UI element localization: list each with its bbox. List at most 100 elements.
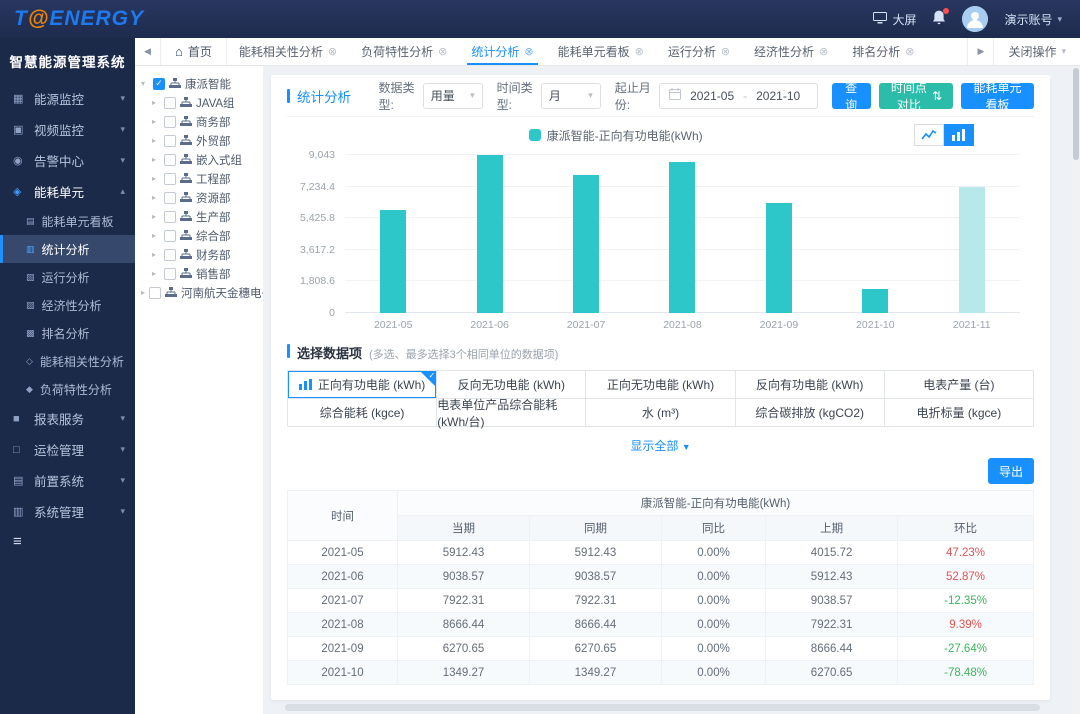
horizontal-scrollbar[interactable]	[285, 704, 1040, 711]
tab-item[interactable]: 能耗单元看板 ⊗	[546, 38, 656, 65]
tree-checkbox[interactable]	[164, 173, 176, 185]
expand-arrow-icon[interactable]: ▸	[152, 136, 160, 145]
sidebar-item[interactable]: ▥ 系统管理 ▾	[0, 496, 135, 527]
close-tab-icon[interactable]: ⊗	[635, 45, 644, 58]
sidebar-item[interactable]: ▣ 视频监控 ▾	[0, 114, 135, 145]
close-tab-icon[interactable]: ⊗	[721, 45, 730, 58]
bar-2021-11[interactable]	[959, 187, 985, 313]
tree-node[interactable]: ▸ 商务部	[141, 112, 263, 131]
data-item-option[interactable]: 正向无功电能 (kWh)	[586, 371, 735, 399]
close-tab-icon[interactable]: ⊗	[438, 45, 447, 58]
tree-checkbox[interactable]	[164, 230, 176, 242]
data-item-option[interactable]: 电表产量 (台)	[885, 371, 1034, 399]
expand-arrow-icon[interactable]: ▸	[141, 288, 145, 297]
sidebar-item[interactable]: ◉ 告警中心 ▾	[0, 145, 135, 176]
sidebar-subitem[interactable]: ▩ 排名分析	[0, 319, 135, 347]
tab-item[interactable]: 经济性分析 ⊗	[742, 38, 840, 65]
sidebar-item[interactable]: ■ 报表服务 ▾	[0, 403, 135, 434]
tab-item[interactable]: 运行分析 ⊗	[656, 38, 742, 65]
expand-arrow-icon[interactable]: ▾	[141, 79, 149, 88]
sidebar-subitem[interactable]: ◆ 负荷特性分析	[0, 375, 135, 403]
data-item-option[interactable]: 正向有功电能 (kWh) ✓	[288, 371, 437, 399]
close-tab-icon[interactable]: ⊗	[524, 45, 533, 58]
tree-node[interactable]: ▸ 外贸部	[141, 131, 263, 150]
expand-arrow-icon[interactable]: ▸	[152, 231, 160, 240]
tab-item[interactable]: 负荷特性分析 ⊗	[349, 38, 459, 65]
time-type-select[interactable]: 月 ▾	[541, 83, 601, 109]
tree-node[interactable]: ▸ 综合部	[141, 226, 263, 245]
bar-2021-07[interactable]	[573, 175, 599, 313]
table-row[interactable]: 2021-07 7922.31 7922.31 0.00% 9038.57 -1…	[288, 589, 1034, 613]
table-row[interactable]: 2021-05 5912.43 5912.43 0.00% 4015.72 47…	[288, 541, 1034, 565]
sidebar-subitem[interactable]: ▥ 统计分析	[0, 235, 135, 263]
tree-checkbox[interactable]	[164, 116, 176, 128]
close-tab-icon[interactable]: ⊗	[819, 45, 828, 58]
sidebar-subitem[interactable]: ▨ 经济性分析	[0, 291, 135, 319]
expand-arrow-icon[interactable]: ▸	[152, 117, 160, 126]
close-tab-icon[interactable]: ⊗	[905, 45, 914, 58]
tree-node[interactable]: ▸ JAVA组	[141, 93, 263, 112]
expand-arrow-icon[interactable]: ▸	[152, 155, 160, 164]
show-all-link[interactable]: 显示全部 ▼	[287, 437, 1034, 454]
sidebar-item[interactable]: ▤ 前置系统 ▾	[0, 465, 135, 496]
tree-checkbox[interactable]	[164, 135, 176, 147]
chart-legend[interactable]: 康派智能-正向有功电能(kWh)	[529, 127, 703, 144]
bar-2021-06[interactable]	[477, 155, 503, 313]
sidebar-collapse-toggle[interactable]: ≡	[0, 527, 135, 556]
tree-node[interactable]: ▸ 生产部	[141, 207, 263, 226]
tree-checkbox[interactable]	[164, 97, 176, 109]
table-row[interactable]: 2021-06 9038.57 9038.57 0.00% 5912.43 52…	[288, 565, 1034, 589]
bar-2021-08[interactable]	[669, 162, 695, 313]
tree-checkbox[interactable]	[164, 192, 176, 204]
expand-arrow-icon[interactable]: ▸	[152, 212, 160, 221]
tree-checkbox[interactable]	[164, 154, 176, 166]
energy-unit-board-button[interactable]: 能耗单元看板	[961, 83, 1034, 109]
bar-2021-09[interactable]	[766, 203, 792, 313]
expand-arrow-icon[interactable]: ▸	[152, 98, 160, 107]
vertical-scrollbar[interactable]	[1072, 66, 1080, 714]
sidebar-subitem[interactable]: ▧ 运行分析	[0, 263, 135, 291]
tree-node[interactable]: ▸ 河南航天金穗电子有	[141, 283, 263, 302]
tree-checkbox[interactable]	[149, 287, 161, 299]
bar-2021-10[interactable]	[862, 289, 888, 313]
tree-node[interactable]: ▾ ✓ 康派智能	[141, 74, 263, 93]
tab-item[interactable]: 统计分析 ⊗	[459, 38, 545, 65]
expand-arrow-icon[interactable]: ▸	[152, 269, 160, 278]
expand-arrow-icon[interactable]: ▸	[152, 250, 160, 259]
sidebar-subitem[interactable]: ▤ 能耗单元看板	[0, 207, 135, 235]
expand-arrow-icon[interactable]: ▸	[152, 193, 160, 202]
bar-2021-05[interactable]	[380, 210, 406, 313]
data-type-select[interactable]: 用量 ▾	[423, 83, 483, 109]
close-tab-icon[interactable]: ⊗	[328, 45, 337, 58]
tab-item[interactable]: 能耗相关性分析 ⊗	[227, 38, 349, 65]
tree-node[interactable]: ▸ 销售部	[141, 264, 263, 283]
table-row[interactable]: 2021-09 6270.65 6270.65 0.00% 8666.44 -2…	[288, 637, 1034, 661]
tree-checkbox[interactable]	[164, 211, 176, 223]
data-item-option[interactable]: 综合能耗 (kgce)	[288, 399, 437, 427]
big-screen-button[interactable]: 大屏	[873, 11, 916, 28]
tab-scroll-right-button[interactable]: ▶	[967, 38, 993, 65]
tree-node[interactable]: ▸ 嵌入式组	[141, 150, 263, 169]
sidebar-subitem[interactable]: ◇ 能耗相关性分析	[0, 347, 135, 375]
data-item-option[interactable]: 电折标量 (kgce)	[885, 399, 1034, 427]
sidebar-item[interactable]: □ 运检管理 ▾	[0, 434, 135, 465]
export-button[interactable]: 导出	[988, 458, 1034, 484]
tree-checkbox[interactable]	[164, 249, 176, 261]
time-compare-button[interactable]: 时间点对比 ⇅	[879, 83, 953, 109]
tree-checkbox[interactable]	[164, 268, 176, 280]
account-menu[interactable]: 演示账号 ▾	[1004, 11, 1062, 28]
table-row[interactable]: 2021-10 1349.27 1349.27 0.00% 6270.65 -7…	[288, 661, 1034, 685]
data-item-option[interactable]: 反向有功电能 (kWh)	[736, 371, 885, 399]
expand-arrow-icon[interactable]: ▸	[152, 174, 160, 183]
tree-node[interactable]: ▸ 工程部	[141, 169, 263, 188]
close-operations-menu[interactable]: 关闭操作 ▾	[993, 38, 1080, 65]
scrollbar-thumb[interactable]	[1073, 68, 1079, 160]
data-item-option[interactable]: 综合碳排放 (kgCO2)	[736, 399, 885, 427]
line-chart-toggle[interactable]	[914, 124, 944, 146]
notifications-button[interactable]	[932, 10, 946, 28]
query-button[interactable]: 查询	[832, 83, 871, 109]
tab-scroll-left-button[interactable]: ◀	[135, 38, 161, 65]
bar-chart-toggle[interactable]	[944, 124, 974, 146]
avatar[interactable]	[962, 6, 988, 32]
sidebar-item[interactable]: ◈ 能耗单元 ▴	[0, 176, 135, 207]
